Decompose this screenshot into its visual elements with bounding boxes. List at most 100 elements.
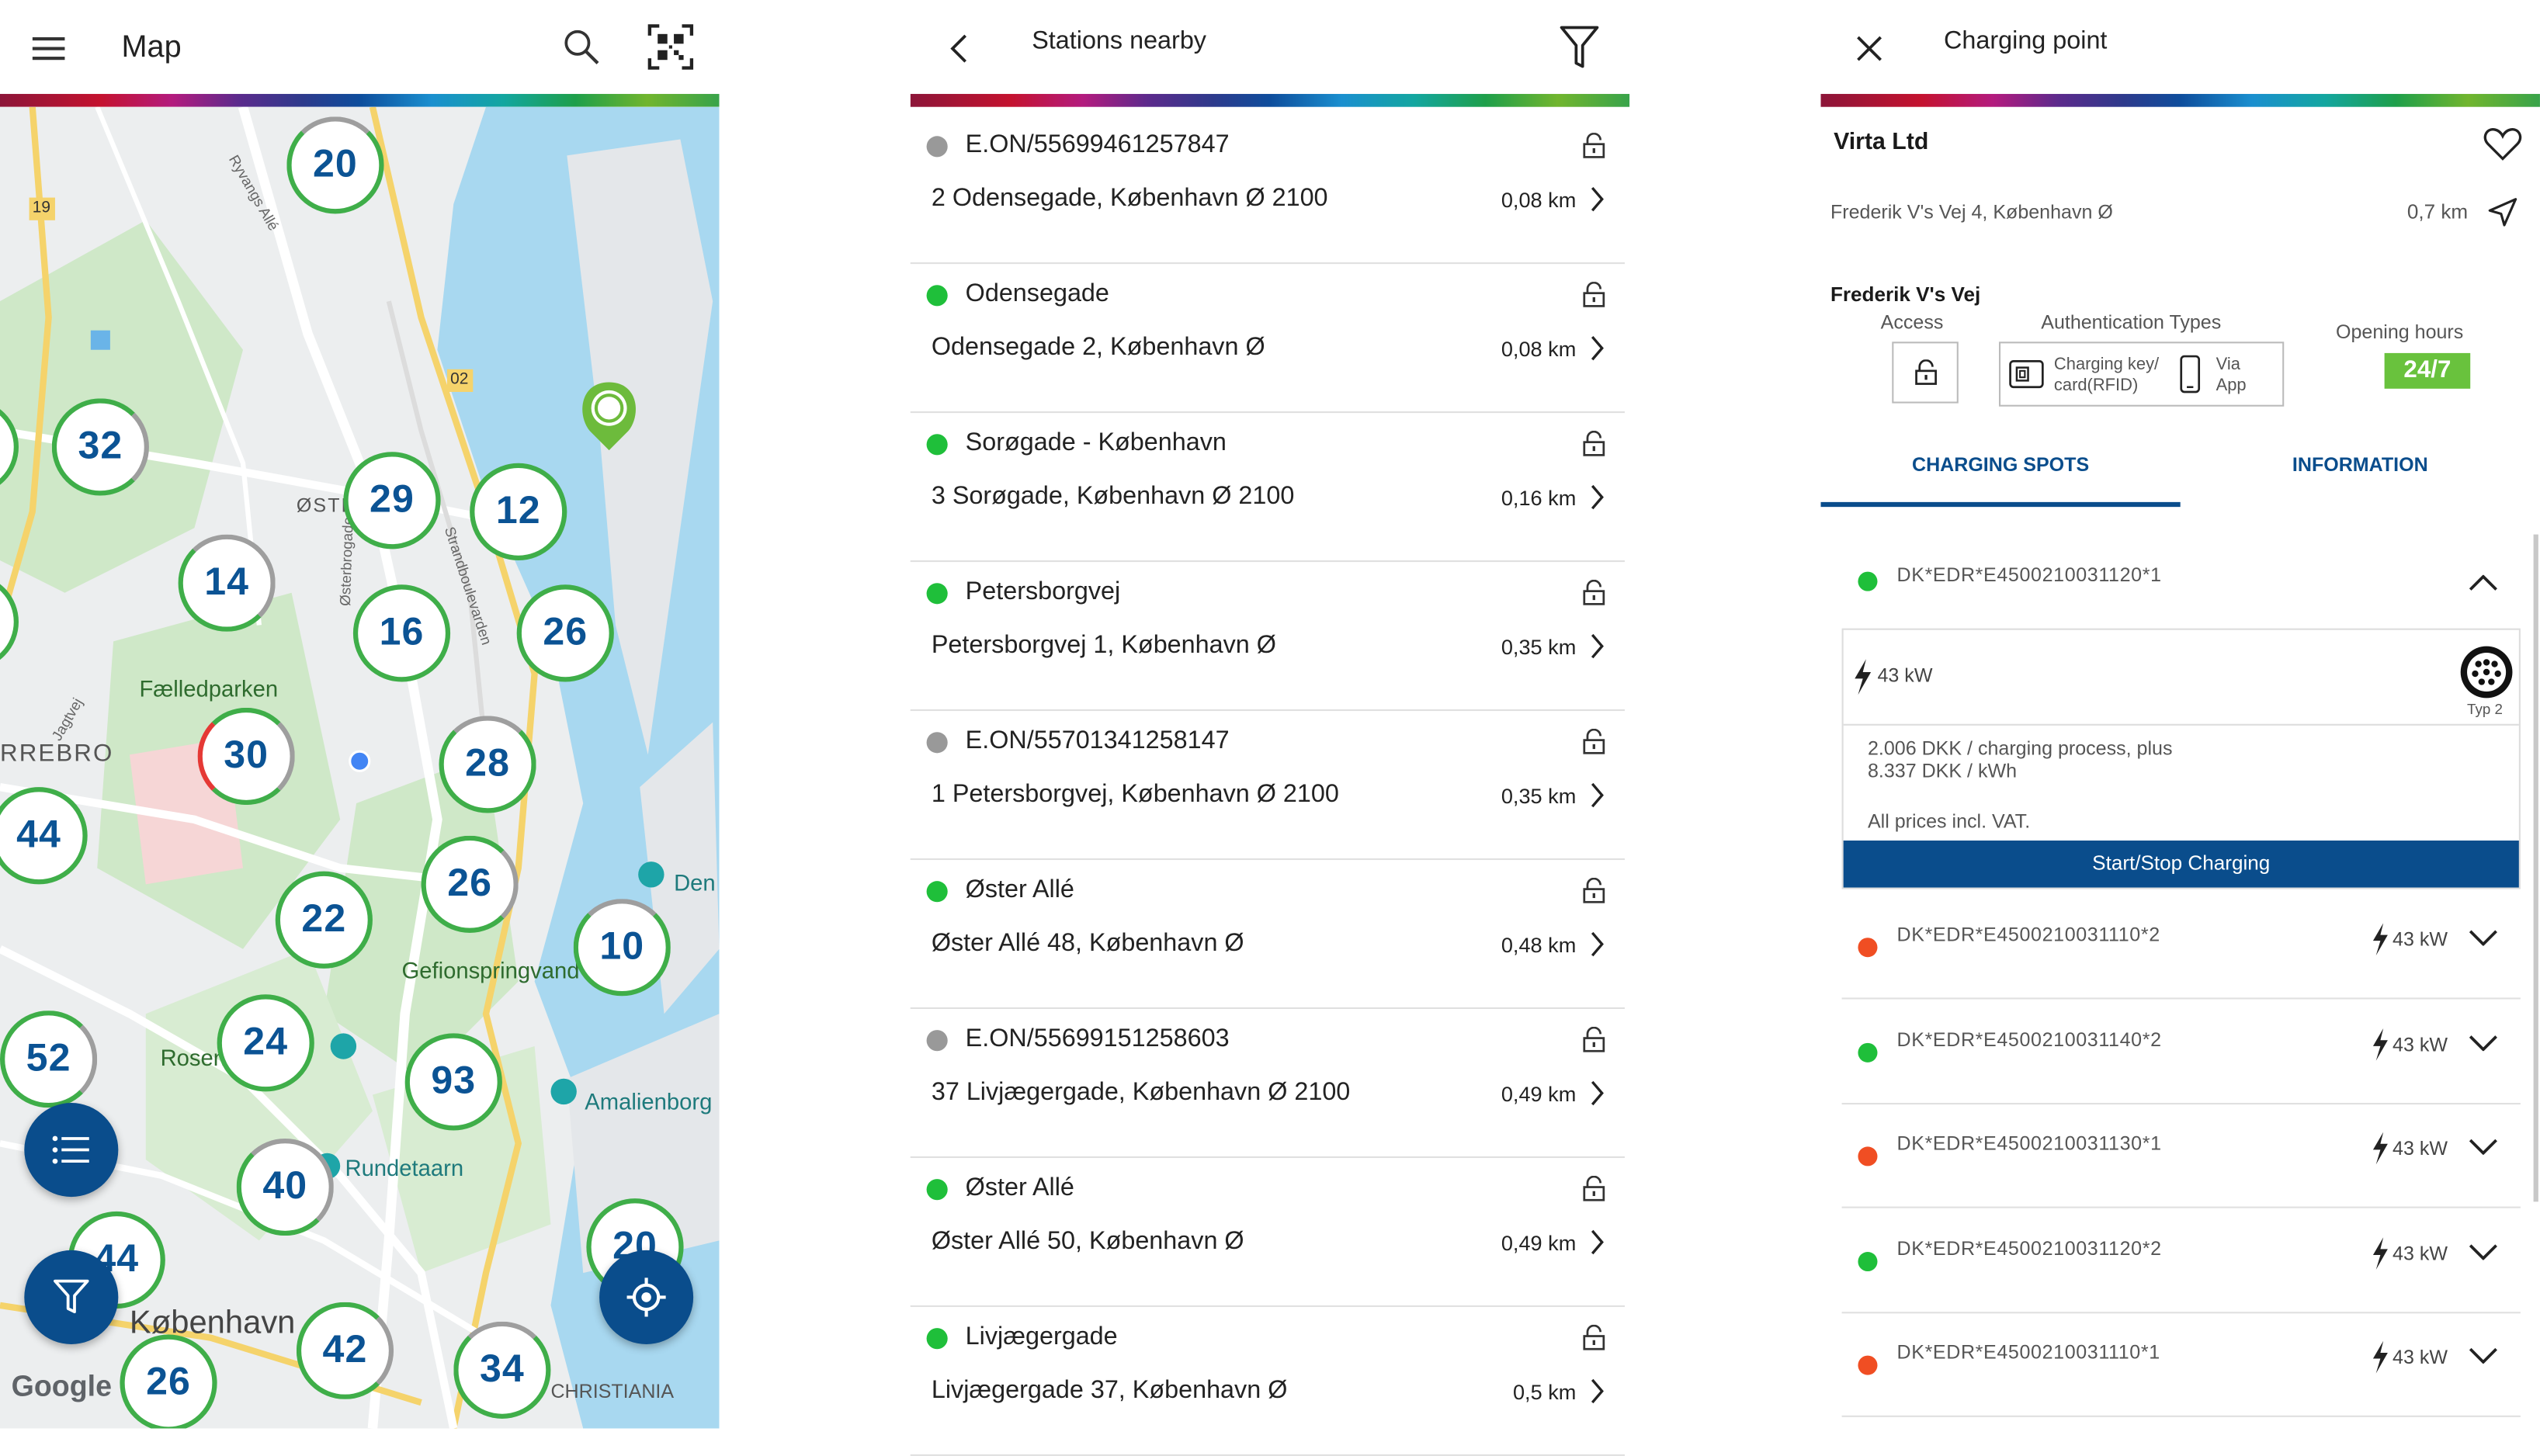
type2-connector-icon	[2460, 646, 2513, 699]
map-view[interactable]: 19 02 Ryvangs Allé Østerbrogade Strandbo…	[0, 106, 720, 1429]
station-cluster[interactable]: 28	[439, 716, 536, 813]
status-dot	[926, 434, 948, 456]
access-label: Access	[1880, 310, 1944, 334]
lock-icon	[1583, 580, 1605, 605]
status-dot	[926, 732, 948, 754]
lock-icon	[1583, 133, 1605, 158]
station-cluster[interactable]: 26	[516, 584, 614, 682]
spot-power-value: 43 kW	[2393, 1136, 2448, 1160]
chevron-right-icon[interactable]	[1589, 632, 1605, 661]
station-name: Odensegade	[965, 279, 1109, 308]
station-distance: 0,08 km	[1501, 188, 1577, 213]
station-cluster[interactable]: 10	[573, 899, 671, 997]
station-cluster[interactable]: 34	[453, 1321, 551, 1419]
map-label-rosen: Rosen	[160, 1044, 227, 1071]
scrollbar[interactable]	[2533, 534, 2538, 1202]
chevron-right-icon[interactable]	[1589, 930, 1605, 959]
tab-information[interactable]: INFORMATION	[2181, 453, 2540, 476]
qr-code-icon[interactable]	[645, 23, 697, 71]
status-dot	[926, 285, 948, 307]
station-row[interactable]: Øster Allé Øster Allé 48, København Ø 0,48…	[910, 858, 1625, 1010]
menu-icon[interactable]	[26, 26, 71, 71]
chevron-up-icon[interactable]	[2464, 570, 2503, 596]
close-icon[interactable]	[1850, 26, 1889, 71]
map-label-christiania: CHRISTIANIA	[550, 1379, 675, 1403]
filter-button[interactable]	[24, 1250, 119, 1344]
station-cluster[interactable]: 16	[352, 584, 451, 682]
station-row[interactable]: Odensegade Odensegade 2, København Ø 0,08 …	[910, 262, 1625, 414]
station-cluster[interactable]: 24	[217, 994, 314, 1092]
charging-spot-row[interactable]: DK*EDR*E4500210031110*2 43 kW	[1841, 894, 2521, 1000]
cluster-count: 26	[447, 861, 493, 906]
spot-power-value: 43 kW	[2393, 1241, 2448, 1264]
search-icon[interactable]	[557, 23, 606, 71]
station-row[interactable]: E.ON/55701341258147 1 Petersborgvej, Købe…	[910, 709, 1625, 861]
station-address: Frederik V's Vej 4, København Ø	[1830, 200, 2113, 224]
charging-spot-row[interactable]: DK*EDR*E4500210031110*1 43 kW	[1841, 1312, 2521, 1417]
brand-stripe	[0, 94, 720, 107]
chevron-down-icon[interactable]	[2469, 930, 2498, 946]
charging-spot-row[interactable]: DK*EDR*E4500210031120*2 43 kW	[1841, 1208, 2521, 1313]
bolt-icon	[2372, 1132, 2388, 1165]
status-dot	[926, 881, 948, 903]
station-cluster[interactable]: 93	[404, 1033, 502, 1131]
station-cluster[interactable]: 22	[275, 871, 373, 969]
station-cluster[interactable]: 42	[296, 1302, 394, 1399]
station-cluster[interactable]: 40	[236, 1138, 334, 1236]
list-view-button[interactable]	[24, 1103, 119, 1198]
station-cluster[interactable]: 12	[470, 463, 567, 560]
spot-power-value: 43 kW	[2393, 927, 2448, 951]
station-distance: 0,35 km	[1501, 634, 1577, 660]
chevron-right-icon[interactable]	[1589, 483, 1605, 512]
chevron-right-icon[interactable]	[1589, 1228, 1605, 1257]
chevron-down-icon[interactable]	[2469, 1034, 2498, 1051]
filter-icon[interactable]	[1555, 19, 1604, 75]
charging-spot-row[interactable]: DK*EDR*E4500210031140*2 43 kW	[1841, 998, 2521, 1104]
station-distance: 0,35 km	[1501, 783, 1577, 809]
page-title: Charging point	[1944, 27, 2108, 55]
charging-spot-row[interactable]: DK*EDR*E4500210031130*1 43 kW	[1841, 1103, 2521, 1208]
station-cluster[interactable]: 20	[286, 116, 384, 214]
chevron-right-icon[interactable]	[1589, 185, 1605, 214]
chevron-right-icon[interactable]	[1589, 334, 1605, 363]
station-cluster[interactable]: 30	[197, 707, 295, 806]
station-cluster[interactable]: 26	[120, 1334, 217, 1429]
station-cluster[interactable]: 29	[343, 452, 441, 549]
station-cluster[interactable]: 32	[51, 398, 149, 496]
status-dot	[926, 136, 948, 158]
station-cluster[interactable]: 26	[421, 835, 519, 933]
chevron-down-icon[interactable]	[2469, 1139, 2498, 1155]
station-address: 3 Sorøgade, København Ø 2100	[931, 482, 1295, 511]
lock-icon	[1583, 729, 1605, 754]
chevron-down-icon[interactable]	[2469, 1347, 2498, 1364]
chevron-down-icon[interactable]	[2469, 1243, 2498, 1260]
rfid-card-icon	[2009, 359, 2044, 389]
station-row[interactable]: Livjægergade Livjægergade 37, København Ø…	[910, 1305, 1625, 1456]
price-line-2: 8.337 DKK / kWh	[1867, 759, 2018, 782]
station-row[interactable]: Sorøgade - København 3 Sorøgade, Københav…	[910, 411, 1625, 563]
station-name: Øster Allé	[965, 1173, 1074, 1202]
chevron-right-icon[interactable]	[1589, 1079, 1605, 1108]
tab-charging-spots[interactable]: CHARGING SPOTS	[1820, 453, 2180, 476]
station-name: Livjægergade	[965, 1323, 1118, 1351]
station-row[interactable]: E.ON/55699461257847 2 Odensegade, Københa…	[910, 113, 1625, 265]
favorite-heart-icon[interactable]	[2482, 123, 2524, 165]
chevron-right-icon[interactable]	[1589, 1377, 1605, 1406]
navigate-arrow-icon[interactable]	[2485, 194, 2521, 230]
status-dot	[1858, 1042, 1878, 1062]
chevron-right-icon[interactable]	[1589, 781, 1605, 810]
spot-id: DK*EDR*E4500210031130*1	[1896, 1132, 2162, 1155]
back-arrow-icon[interactable]	[939, 26, 978, 71]
station-row[interactable]: Øster Allé Øster Allé 50, København Ø 0,49…	[910, 1156, 1625, 1307]
station-cluster[interactable]: 14	[178, 534, 276, 632]
price-line-1: 2.006 DKK / charging process, plus	[1867, 737, 2173, 760]
cluster-count: 34	[479, 1347, 525, 1392]
my-location-button[interactable]	[599, 1250, 694, 1344]
phone-icon	[2180, 355, 2201, 393]
station-row[interactable]: Petersborgvej Petersborgvej 1, København …	[910, 560, 1625, 712]
start-stop-charging-button[interactable]: Start/Stop Charging	[1843, 840, 2519, 888]
station-row[interactable]: E.ON/55699151258603 37 Livjægergade, Købe…	[910, 1007, 1625, 1158]
station-cluster[interactable]: 52	[0, 1011, 98, 1108]
cluster-count: 30	[224, 733, 269, 778]
map-label-gefion: Gefionspringvand	[401, 957, 580, 983]
